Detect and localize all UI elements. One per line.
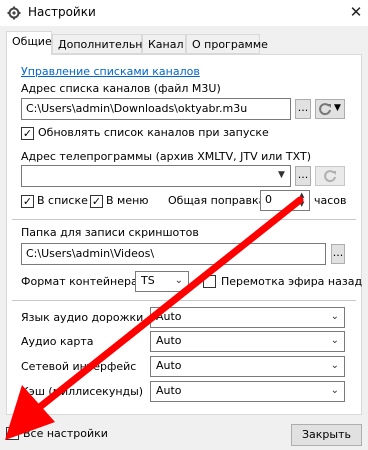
tab-general[interactable]: Общие xyxy=(6,31,52,55)
annotation-arrow xyxy=(5,196,304,440)
